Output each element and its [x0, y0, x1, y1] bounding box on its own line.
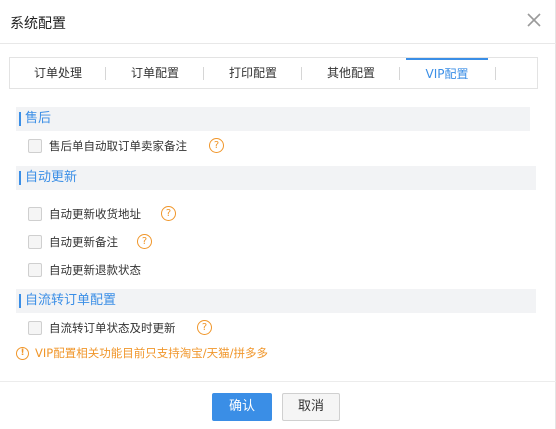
notice-text: VIP配置相关功能目前只支持淘宝/天猫/拼多多	[35, 346, 268, 360]
option-after-sale-fetch-remark: 售后单自动取订单卖家备注 ?	[28, 138, 248, 156]
section-auto-update: 自动更新	[16, 166, 536, 190]
system-config-dialog: 系统配置 订单处理 订单配置 打印配置 其他配置 VIP配置 售后 售后单自动取…	[0, 0, 556, 429]
dialog-header: 系统配置	[0, 0, 556, 44]
tab-order-processing[interactable]: 订单处理	[10, 58, 106, 88]
help-icon[interactable]: ?	[161, 206, 176, 221]
section-auto-transfer: 自流转订单配置	[16, 289, 536, 313]
tab-separator	[488, 58, 496, 88]
option-label: 售后单自动取订单卖家备注	[49, 139, 187, 153]
tab-label: 订单配置	[130, 66, 179, 80]
tab-order-config[interactable]: 订单配置	[106, 58, 204, 88]
option-label: 自流转订单状态及时更新	[49, 321, 176, 335]
option-auto-update-remark: 自动更新备注 ?	[28, 234, 228, 252]
option-auto-update-refund-status: 自动更新退款状态	[28, 262, 228, 280]
checkbox[interactable]	[28, 321, 42, 335]
help-icon[interactable]: ?	[209, 138, 224, 153]
help-icon[interactable]: ?	[137, 234, 152, 249]
checkbox[interactable]	[28, 263, 42, 277]
option-label: 自动更新收货地址	[49, 207, 141, 221]
tab-label: 其他配置	[326, 66, 375, 80]
option-label: 自动更新退款状态	[49, 263, 141, 277]
tab-label: 订单处理	[33, 66, 82, 80]
footer-divider	[0, 381, 556, 382]
help-icon[interactable]: ?	[197, 320, 212, 335]
checkbox[interactable]	[28, 207, 42, 221]
checkbox[interactable]	[28, 139, 42, 153]
section-title: 自动更新	[25, 170, 78, 185]
close-icon[interactable]	[524, 10, 544, 30]
option-label: 自动更新备注	[49, 235, 118, 249]
section-accent-bar	[19, 294, 21, 308]
section-accent-bar	[19, 171, 21, 185]
cancel-button[interactable]: 取消	[282, 393, 340, 421]
tab-print-config[interactable]: 打印配置	[204, 58, 302, 88]
tab-label: VIP配置	[425, 67, 469, 81]
section-after-sale: 售后	[16, 107, 530, 131]
config-tabs: 订单处理 订单配置 打印配置 其他配置 VIP配置	[9, 57, 538, 89]
section-title: 售后	[25, 111, 52, 126]
section-title: 自流转订单配置	[25, 293, 117, 308]
section-accent-bar	[19, 112, 21, 126]
warning-icon: !	[16, 347, 29, 360]
tab-vip-config[interactable]: VIP配置	[406, 58, 488, 88]
tab-other-config[interactable]: 其他配置	[302, 58, 400, 88]
tab-label: 打印配置	[228, 66, 277, 80]
confirm-button[interactable]: 确认	[212, 393, 272, 421]
dialog-title: 系统配置	[10, 16, 66, 32]
option-auto-update-address: 自动更新收货地址 ?	[28, 206, 228, 224]
checkbox[interactable]	[28, 235, 42, 249]
option-auto-transfer-status-update: 自流转订单状态及时更新 ?	[28, 320, 238, 338]
